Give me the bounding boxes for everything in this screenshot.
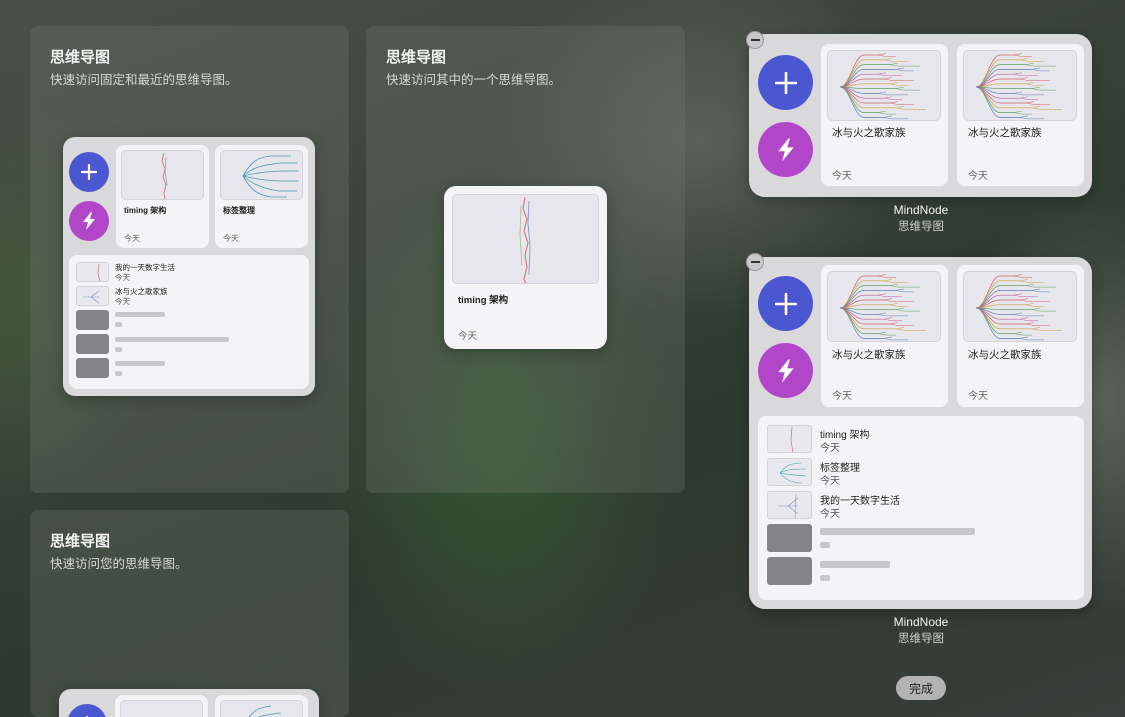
mindmap-card: 标签整理 今天 xyxy=(215,145,308,248)
list-item-date: 今天 xyxy=(115,297,130,306)
list-thumbnail[interactable] xyxy=(767,425,812,453)
mindmap-card xyxy=(115,695,208,717)
placeholder-thumbnail xyxy=(767,524,812,552)
small-widget-preview[interactable]: timing 架构 今天 xyxy=(444,186,607,349)
list-thumbnail xyxy=(76,262,109,282)
placeholder-bar xyxy=(820,542,830,548)
plus-icon xyxy=(774,71,797,94)
lightning-icon xyxy=(777,137,794,162)
mindmap-thumbnail xyxy=(220,150,303,200)
lightning-icon xyxy=(83,212,95,230)
remove-widget-button[interactable] xyxy=(746,253,764,271)
mindmap-thumbnail xyxy=(452,194,599,284)
quick-entry-button[interactable] xyxy=(758,343,813,398)
recent-list: 我的一天数字生活 今天 冰与火之歌家族 今天 xyxy=(69,255,309,389)
card-title: 冰与火之歌家族 xyxy=(968,349,1042,361)
card-title: 冰与火之歌家族 xyxy=(832,127,906,139)
plus-icon xyxy=(774,292,797,315)
minus-icon xyxy=(750,261,760,263)
placeholder-thumbnail xyxy=(76,310,109,330)
mindmap-thumbnail xyxy=(963,50,1077,121)
panel-subtitle: 快速访问固定和最近的思维导图。 xyxy=(50,73,238,87)
mindmap-thumbnail xyxy=(121,150,204,200)
list-item-date: 今天 xyxy=(820,509,840,520)
card-date: 今天 xyxy=(458,331,478,342)
lightning-icon xyxy=(777,358,794,383)
placeholder-thumbnail xyxy=(767,557,812,585)
plus-icon xyxy=(81,164,97,180)
card-date: 今天 xyxy=(968,391,988,402)
mindmap-card xyxy=(215,695,308,717)
card-title: timing 架构 xyxy=(458,295,509,306)
widget-kind-name: 思维导图 xyxy=(898,633,944,645)
card-date: 今天 xyxy=(124,234,140,243)
list-item-date: 今天 xyxy=(820,476,840,487)
mindmap-thumbnail xyxy=(963,271,1077,342)
remove-widget-button[interactable] xyxy=(746,31,764,49)
card-date: 今天 xyxy=(968,171,988,182)
card-date: 今天 xyxy=(832,391,852,402)
large-widget-preview[interactable] xyxy=(59,689,319,717)
card-date: 今天 xyxy=(832,171,852,182)
placeholder-bar xyxy=(820,561,890,568)
placed-large-widget[interactable]: 冰与火之歌家族 今天 冰与火之歌家族 今天 timing 架构 今天 标签整理 … xyxy=(749,257,1092,609)
widget-gallery-panel-medium[interactable]: 思维导图 快速访问固定和最近的思维导图。 timing 架构 今天 标签整理 今… xyxy=(30,26,349,493)
mindmap-card[interactable]: 冰与火之歌家族 今天 xyxy=(821,265,948,407)
done-button[interactable]: 完成 xyxy=(896,676,946,700)
list-thumbnail xyxy=(76,286,109,306)
mindmap-card[interactable]: 冰与火之歌家族 今天 xyxy=(957,44,1084,186)
card-title: 冰与火之歌家族 xyxy=(968,127,1042,139)
panel-subtitle: 快速访问您的思维导图。 xyxy=(50,557,188,571)
placeholder-bar xyxy=(820,575,830,581)
widget-kind-name: 思维导图 xyxy=(898,221,944,233)
placeholder-thumbnail xyxy=(76,334,109,354)
widget-app-name: MindNode xyxy=(893,615,949,629)
panel-title: 思维导图 xyxy=(386,49,447,66)
add-button xyxy=(67,704,107,717)
placeholder-thumbnail xyxy=(76,358,109,378)
quick-entry-button[interactable] xyxy=(758,122,813,177)
mindmap-thumbnail xyxy=(827,271,941,342)
list-item-date: 今天 xyxy=(115,273,130,282)
recent-list: timing 架构 今天 标签整理 今天 我的一天数字生活 今天 xyxy=(758,416,1084,600)
mindmap-card[interactable]: 冰与火之歌家族 今天 xyxy=(957,265,1084,407)
card-title: 标签整理 xyxy=(223,206,255,215)
placed-medium-widget[interactable]: 冰与火之歌家族 今天 冰与火之歌家族 今天 xyxy=(749,34,1092,197)
placeholder-bar xyxy=(820,528,975,535)
card-date: 今天 xyxy=(223,234,239,243)
panel-title: 思维导图 xyxy=(50,533,111,550)
add-button[interactable] xyxy=(758,276,813,331)
placeholder-bar xyxy=(115,322,122,327)
placeholder-bar xyxy=(115,347,122,352)
placeholder-bar xyxy=(115,337,229,342)
mindmap-card[interactable]: 冰与火之歌家族 今天 xyxy=(821,44,948,186)
placeholder-bar xyxy=(115,371,122,376)
minus-icon xyxy=(750,39,760,41)
panel-title: 思维导图 xyxy=(50,49,111,66)
mindmap-thumbnail xyxy=(120,700,203,717)
card-title: timing 架构 xyxy=(124,206,167,215)
widget-app-name: MindNode xyxy=(893,203,949,217)
widget-gallery-panel-small[interactable]: 思维导图 快速访问其中的一个思维导图。 timing 架构 今天 xyxy=(366,26,685,493)
add-button xyxy=(69,152,109,192)
widget-gallery-panel-large[interactable]: 思维导图 快速访问您的思维导图。 xyxy=(30,510,349,717)
quick-entry-button xyxy=(69,201,109,241)
list-thumbnail[interactable] xyxy=(767,458,812,486)
card-title: 冰与火之歌家族 xyxy=(832,349,906,361)
list-item-date: 今天 xyxy=(820,443,840,454)
mindmap-thumbnail xyxy=(220,700,303,717)
placeholder-bar xyxy=(115,312,165,317)
panel-subtitle: 快速访问其中的一个思维导图。 xyxy=(386,73,562,87)
medium-widget-preview[interactable]: timing 架构 今天 标签整理 今天 我的一天数字生活 今天 冰与火之歌家族… xyxy=(63,137,315,396)
mindmap-thumbnail xyxy=(827,50,941,121)
mindmap-card: timing 架构 今天 xyxy=(116,145,209,248)
add-button[interactable] xyxy=(758,55,813,110)
list-thumbnail[interactable] xyxy=(767,491,812,519)
placeholder-bar xyxy=(115,361,165,366)
